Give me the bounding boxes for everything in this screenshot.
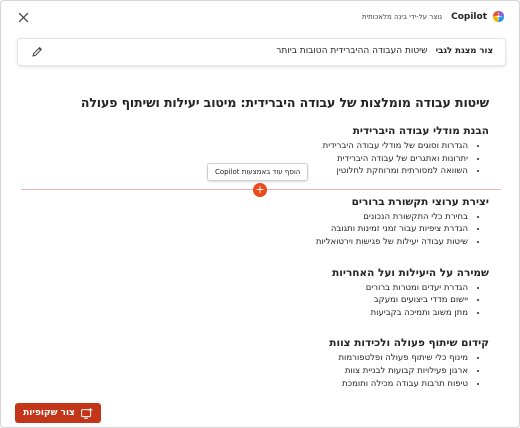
close-icon [18, 12, 28, 22]
insert-tooltip: הוסף עוד באמצעות Copilot [207, 163, 309, 181]
copilot-dialog: Copilot נוצר על-ידי בינה מלאכותית צור מצ… [0, 0, 520, 428]
prompt-label: צור מצגת לגבי [435, 46, 493, 56]
bullet-item: הגדרת יעדים ומטרות ברורים [21, 282, 468, 295]
outline-document: שיטות עבודה מומלצות של עבודה היברידית: מ… [21, 95, 489, 408]
bullet-item: הגדרת ציפיות עבור זמני זמינות ותגובה [21, 223, 468, 236]
title-bar: Copilot נוצר על-ידי בינה מלאכותית [1, 1, 519, 33]
bullet-list: הגדרת יעדים ומטרות ברורים יישום מדדי ביצ… [21, 282, 489, 320]
copilot-logo-icon [492, 10, 505, 23]
close-button[interactable] [13, 7, 33, 27]
add-more-button[interactable]: + [253, 183, 267, 197]
edit-prompt-button[interactable] [30, 44, 44, 58]
slides-add-icon [81, 407, 93, 419]
bullet-item: בחירת כלי התקשורת הנכונים [21, 211, 468, 224]
brand: Copilot נוצר על-ידי בינה מלאכותית [362, 10, 505, 23]
section-heading: יצירת ערוצי תקשורת ברורים [351, 195, 489, 208]
outline-section: שמירה על היעילות ועל האחריות הגדרת יעדים… [21, 267, 489, 320]
section-heading: הבנת מודלי עבודה היברידית [352, 125, 489, 137]
bullet-item: מינוף כלי שיתוף פעולה ופלטפורמות [21, 352, 468, 365]
bullet-list: בחירת כלי התקשורת הנכונים הגדרת ציפיות ע… [21, 211, 489, 249]
pencil-icon [32, 46, 43, 57]
section-heading: שמירה על היעילות ועל האחריות [332, 266, 489, 279]
create-slides-label: צור שקופיות [23, 408, 75, 418]
section-heading: קידום שיתוף פעולה ולכידות צוות [329, 337, 489, 350]
create-slides-button[interactable]: צור שקופיות [15, 403, 101, 423]
bullet-item: הגדרות וסוגים של מודלי עבודה היברידית [21, 140, 468, 153]
brand-name: Copilot [451, 11, 487, 22]
prompt-text: שיטות העבודה ההיברידית הטובות ביותר [276, 46, 428, 56]
bullet-item: מתן משוב ותמיכה בקביעות [21, 307, 468, 320]
prompt-content: צור מצגת לגבי שיטות העבודה ההיברידית הטו… [276, 46, 493, 56]
outline-title: שיטות עבודה מומלצות של עבודה היברידית: מ… [80, 95, 489, 110]
bullet-item: ארגון פעילויות קבועות לבניית צוות [21, 365, 468, 378]
bullet-item: יישום מדדי ביצועים ומעקב [21, 294, 468, 307]
bullet-item: טיפוח תרבות עבודה מכילה ותומכת [21, 378, 468, 391]
prompt-card: צור מצגת לגבי שיטות העבודה ההיברידית הטו… [17, 38, 506, 66]
bullet-list: מינוף כלי שיתוף פעולה ופלטפורמות ארגון פ… [21, 352, 489, 390]
outline-section: קידום שיתוף פעולה ולכידות צוות מינוף כלי… [21, 337, 489, 390]
bullet-item: שיטות עבודה יעילות של פגישות וירטואליות [21, 236, 468, 249]
ai-generated-label: נוצר על-ידי בינה מלאכותית [362, 12, 443, 21]
outline-section: יצירת ערוצי תקשורת ברורים בחירת כלי התקש… [21, 196, 489, 249]
